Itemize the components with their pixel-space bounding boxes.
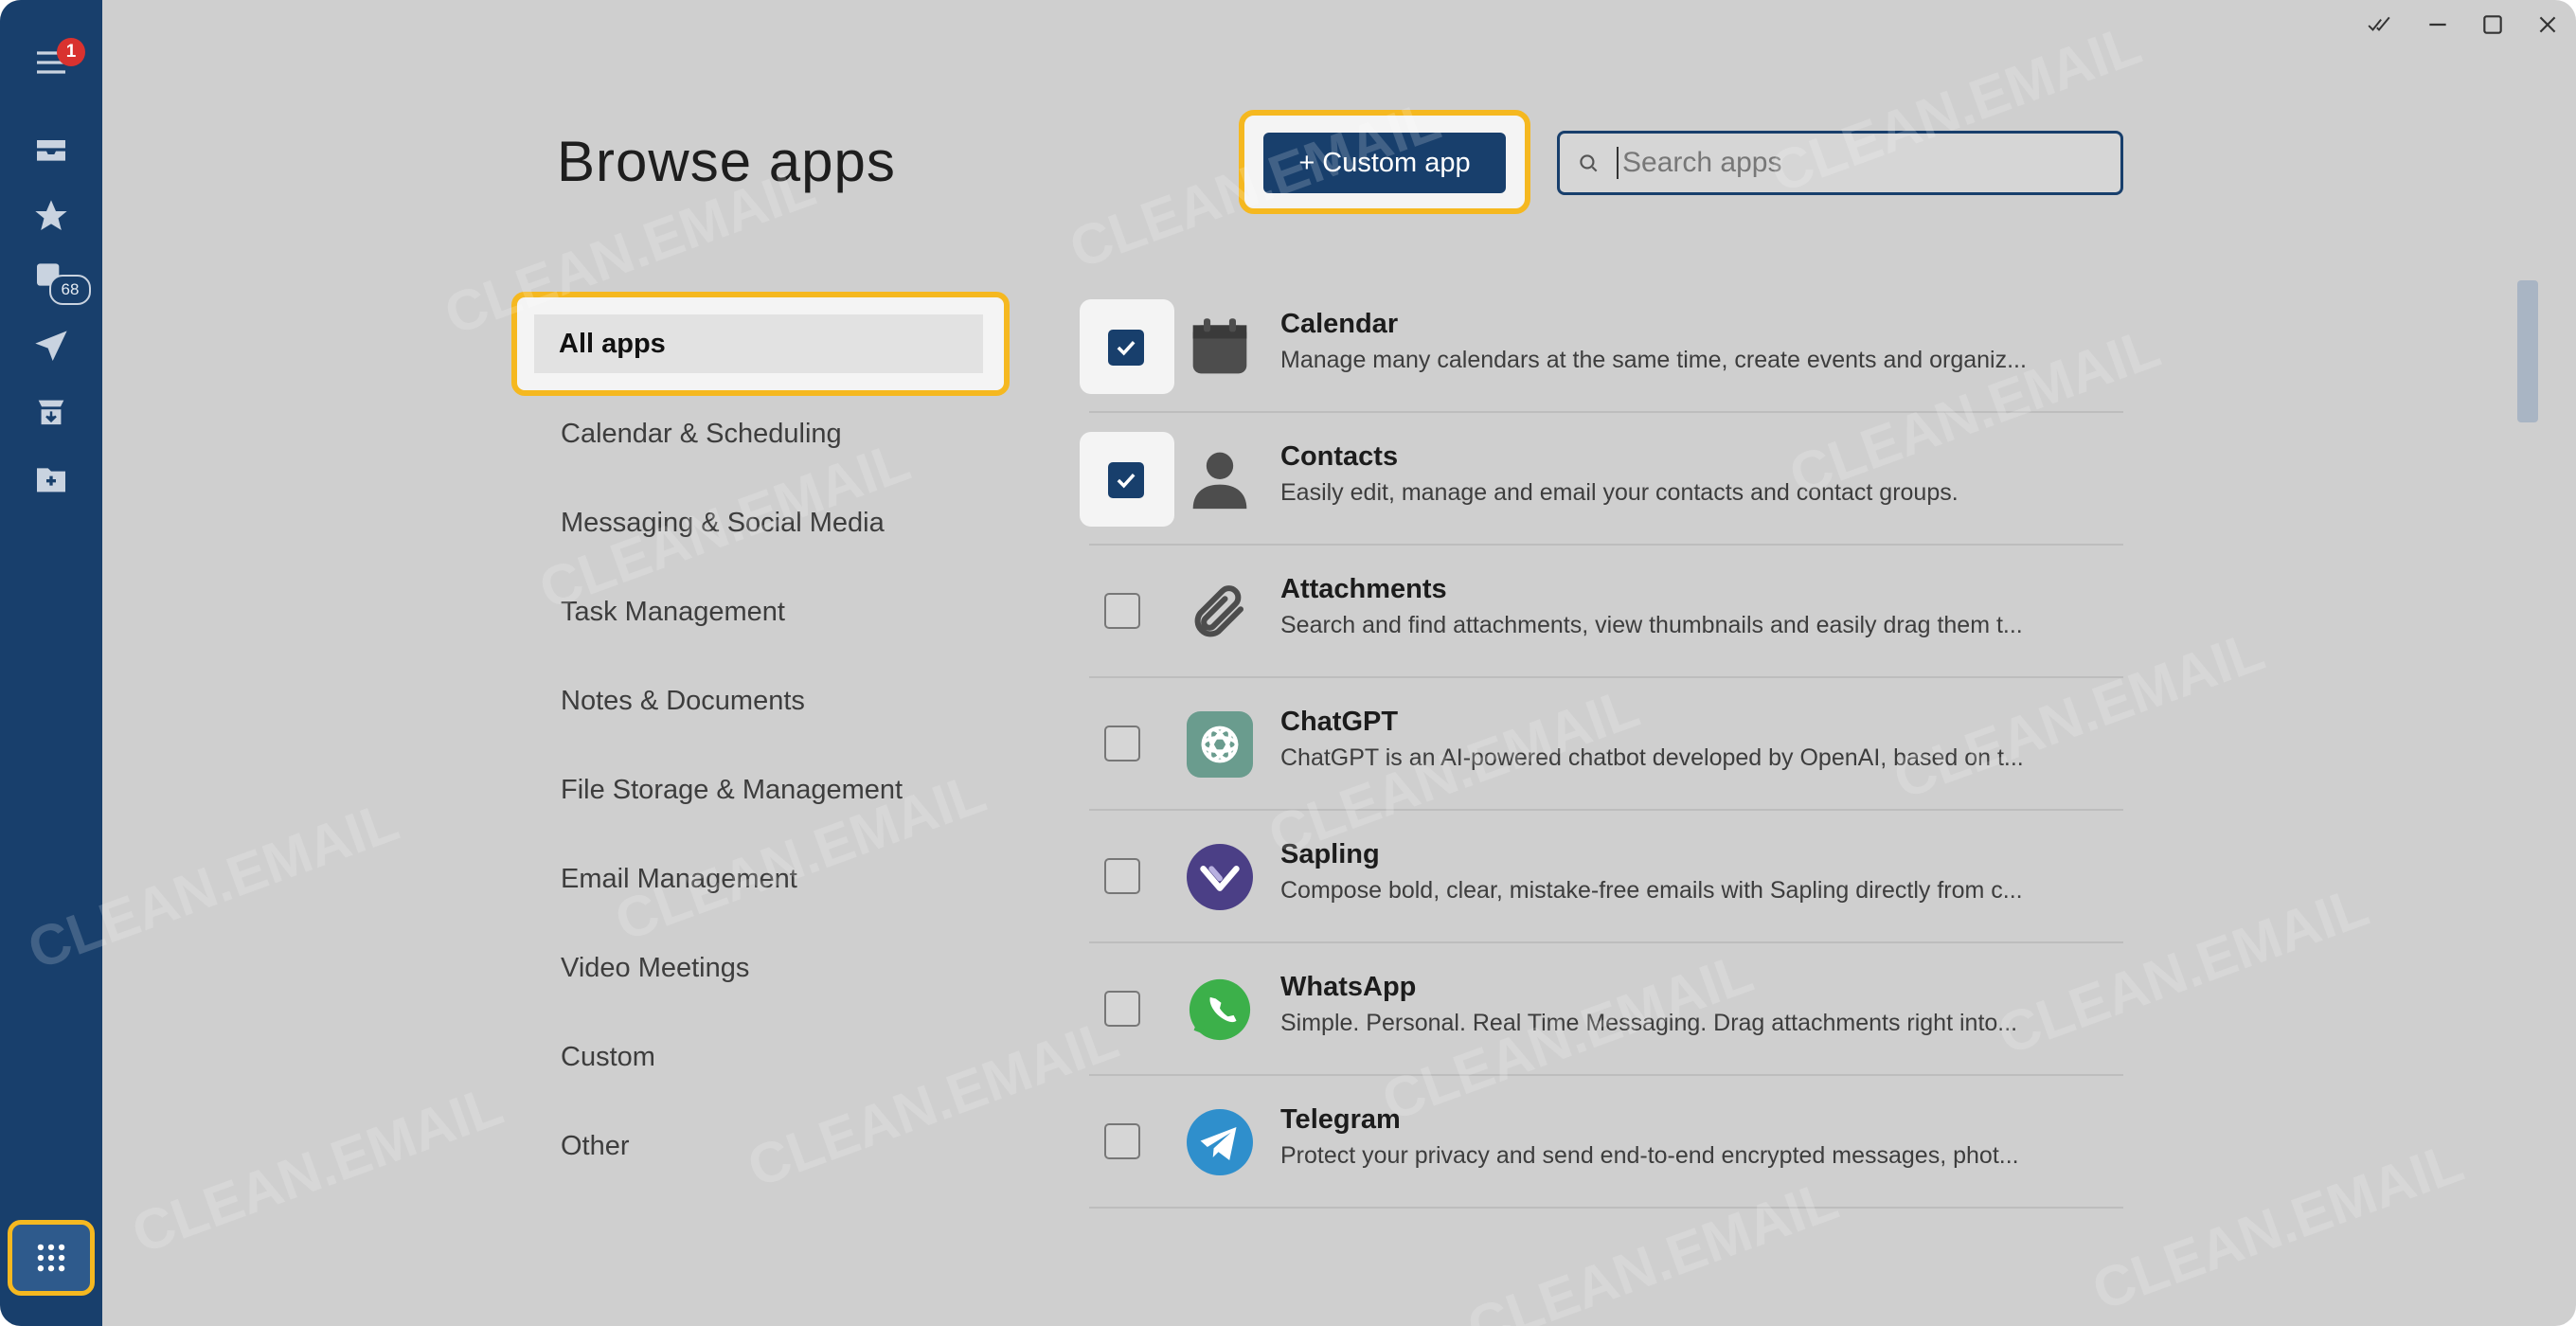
apps-grid-button[interactable] — [8, 1220, 95, 1296]
scrollbar-thumb[interactable] — [2517, 280, 2538, 422]
category-calendar-scheduling[interactable]: Calendar & Scheduling — [561, 419, 842, 450]
all-apps-highlight: All apps — [511, 292, 1010, 396]
category-video-meetings[interactable]: Video Meetings — [561, 953, 749, 984]
mark-all-read-icon[interactable] — [2358, 6, 2400, 44]
app-description: Easily edit, manage and email your conta… — [1280, 479, 1959, 506]
watermark: CLEAN.EMAIL — [123, 1072, 511, 1266]
watermark: CLEAN.EMAIL — [739, 1006, 1127, 1200]
star-icon[interactable] — [23, 188, 80, 244]
page-title: Browse apps — [557, 130, 896, 193]
app-description: Manage many calendars at the same time, … — [1280, 347, 2027, 373]
category-other[interactable]: Other — [561, 1131, 630, 1162]
category-all-apps[interactable]: All apps — [534, 314, 983, 373]
watermark: CLEAN.EMAIL — [2084, 1129, 2472, 1323]
app-description: Simple. Personal. Real Time Messaging. D… — [1280, 1010, 2018, 1036]
app-name: Sapling — [1280, 839, 1380, 869]
app-checkbox[interactable] — [1108, 462, 1144, 498]
category-task-management[interactable]: Task Management — [561, 597, 785, 628]
chatgpt-icon — [1186, 710, 1254, 779]
app-row-contacts[interactable]: Contacts Easily edit, manage and email y… — [1080, 413, 2123, 546]
category-custom[interactable]: Custom — [561, 1042, 655, 1073]
sidebar: 1 68 — [0, 0, 102, 1326]
custom-app-highlight: + Custom app — [1239, 110, 1530, 214]
maximize-button[interactable] — [2472, 6, 2513, 44]
send-icon[interactable] — [23, 318, 80, 375]
custom-app-button[interactable]: + Custom app — [1263, 133, 1506, 193]
close-button[interactable] — [2527, 6, 2568, 44]
notification-badge: 1 — [57, 38, 85, 66]
app-row-attachments[interactable]: Attachments Search and find attachments,… — [1089, 546, 2123, 678]
archive-icon[interactable] — [23, 385, 80, 441]
paperclip-icon — [1186, 578, 1254, 646]
app-checkbox[interactable] — [1104, 726, 1140, 762]
sapling-icon — [1186, 843, 1254, 911]
app-window: 1 68 Browse apps + Custom app Search app… — [0, 0, 2576, 1326]
category-notes-documents[interactable]: Notes & Documents — [561, 686, 805, 717]
app-row-chatgpt[interactable]: ChatGPT ChatGPT is an AI-powered chatbot… — [1089, 678, 2123, 811]
app-name: Attachments — [1280, 574, 1447, 604]
app-checkbox[interactable] — [1104, 991, 1140, 1027]
category-messaging-social-media[interactable]: Messaging & Social Media — [561, 508, 885, 539]
apps-grid-icon — [37, 1244, 65, 1272]
app-name: Telegram — [1280, 1104, 1401, 1135]
telegram-icon — [1186, 1108, 1254, 1176]
category-email-management[interactable]: Email Management — [561, 864, 797, 895]
app-description: Protect your privacy and send end-to-end… — [1280, 1142, 2019, 1169]
search-input[interactable]: Search apps — [1557, 131, 2123, 195]
app-description: Search and find attachments, view thumbn… — [1280, 612, 2023, 638]
app-name: Contacts — [1280, 441, 1399, 472]
calendar-icon — [1186, 313, 1254, 381]
app-row-whatsapp[interactable]: WhatsApp Simple. Personal. Real Time Mes… — [1089, 943, 2123, 1076]
app-name: Calendar — [1280, 309, 1399, 339]
app-name: ChatGPT — [1280, 707, 1399, 737]
app-row-telegram[interactable]: Telegram Protect your privacy and send e… — [1089, 1076, 2123, 1209]
minimize-button[interactable] — [2417, 6, 2459, 44]
search-placeholder: Search apps — [1617, 147, 1781, 179]
app-checkbox[interactable] — [1104, 1123, 1140, 1159]
app-description: Compose bold, clear, mistake-free emails… — [1280, 877, 2023, 904]
app-checkbox[interactable] — [1104, 858, 1140, 894]
folder-add-icon[interactable] — [23, 451, 80, 508]
person-icon — [1186, 445, 1254, 513]
category-file-storage[interactable]: File Storage & Management — [561, 775, 903, 806]
app-checkbox[interactable] — [1108, 330, 1144, 366]
app-row-sapling[interactable]: Sapling Compose bold, clear, mistake-fre… — [1089, 811, 2123, 943]
inbox-icon[interactable] — [23, 121, 80, 178]
app-row-calendar[interactable]: Calendar Manage many calendars at the sa… — [1080, 280, 2123, 413]
search-icon — [1560, 151, 1617, 175]
app-checkbox[interactable] — [1104, 593, 1140, 629]
app-name: WhatsApp — [1280, 972, 1417, 1002]
app-description: ChatGPT is an AI-powered chatbot develop… — [1280, 744, 2024, 771]
inbox-count-badge: 68 — [49, 275, 91, 305]
whatsapp-icon — [1186, 976, 1254, 1044]
